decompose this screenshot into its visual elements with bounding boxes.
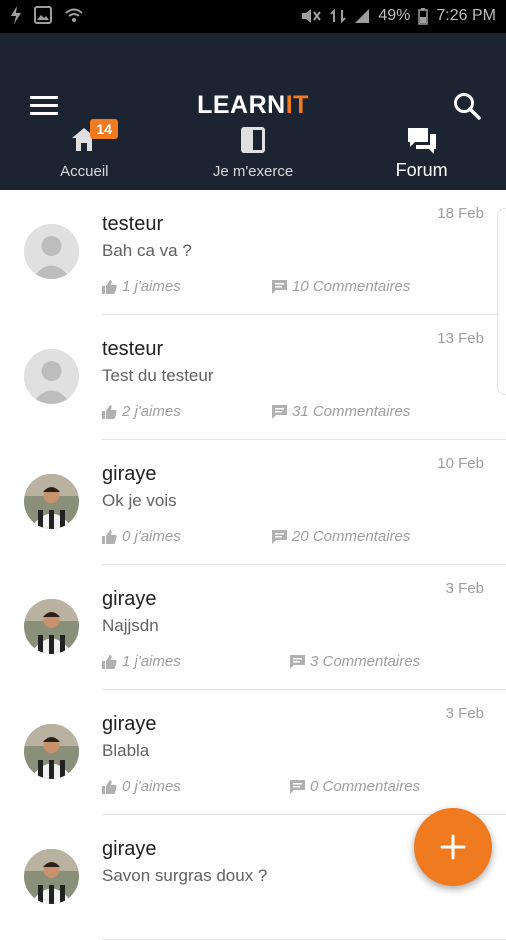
- search-button[interactable]: [452, 91, 484, 123]
- status-icons-right: 49% 7:26 PM: [300, 7, 496, 25]
- post-author: giraye: [102, 588, 157, 610]
- tab-label: Accueil: [60, 163, 109, 180]
- profile-photo-icon: [24, 474, 79, 529]
- thumbs-up-icon: [102, 404, 117, 419]
- like-button[interactable]: 0 j'aimes: [102, 778, 181, 795]
- app-logo: LEARNIT: [0, 91, 506, 120]
- clock: 7:26 PM: [436, 7, 496, 24]
- battery-icon: [418, 7, 429, 25]
- avatar[interactable]: [24, 724, 79, 779]
- flash-icon: [11, 6, 21, 24]
- forum-post-item[interactable]: testeur Test du testeur 13 Feb 2 j'aimes 31 …: [0, 315, 506, 440]
- status-bar: 49% 7:26 PM: [0, 0, 506, 33]
- forum-post-item[interactable]: giraye Blabla 3 Feb 0 j'aimes 0 Commentaires: [0, 690, 506, 815]
- post-author: giraye: [102, 463, 157, 485]
- avatar[interactable]: [24, 599, 79, 654]
- post-author: giraye: [102, 838, 157, 860]
- like-count: 2 j'aimes: [122, 403, 181, 420]
- thumbs-up-icon: [102, 529, 117, 544]
- tab-forum[interactable]: Forum: [337, 121, 506, 190]
- forum-post-item[interactable]: testeur Bah ca va ? 18 Feb 1 j'aimes 10 Comm…: [0, 190, 506, 315]
- post-message: Bah ca va ?: [102, 241, 192, 260]
- avatar[interactable]: [24, 224, 79, 279]
- post-message: Najjsdn: [102, 616, 159, 635]
- post-message: Ok je vois: [102, 491, 177, 510]
- like-count: 1 j'aimes: [122, 653, 181, 670]
- scrollbar[interactable]: [497, 208, 506, 395]
- comment-count: 31 Commentaires: [292, 403, 411, 420]
- tab-icon-wrap: [406, 125, 438, 160]
- comment-count: 10 Commentaires: [292, 278, 411, 295]
- post-message: Test du testeur: [102, 366, 214, 385]
- comment-icon: [272, 529, 287, 544]
- avatar[interactable]: [24, 349, 79, 404]
- profile-photo-icon: [24, 724, 79, 779]
- comments-button[interactable]: 20 Commentaires: [272, 528, 410, 545]
- tab-accueil[interactable]: 14 Accueil: [0, 119, 169, 190]
- comment-count: 0 Commentaires: [310, 778, 421, 795]
- comment-icon: [272, 279, 287, 294]
- like-button[interactable]: 1 j'aimes: [102, 278, 181, 295]
- like-count: 0 j'aimes: [122, 528, 181, 545]
- thumbs-up-icon: [102, 279, 117, 294]
- comments-button[interactable]: 0 Commentaires: [290, 778, 420, 795]
- thumbs-up-icon: [102, 654, 117, 669]
- forum-post-item[interactable]: giraye Ok je vois 10 Feb 0 j'aimes 20 Commen…: [0, 440, 506, 565]
- notification-badge: 14: [90, 119, 118, 139]
- wifi-icon: [65, 8, 83, 22]
- forum-icon: [407, 128, 436, 154]
- comment-icon: [272, 404, 287, 419]
- comment-icon: [290, 779, 305, 794]
- profile-photo-icon: [24, 599, 79, 654]
- like-count: 1 j'aimes: [122, 278, 181, 295]
- tab-je-m-exerce[interactable]: Je m'exerce: [169, 121, 338, 190]
- status-icons-left: [10, 6, 84, 24]
- avatar[interactable]: [24, 474, 79, 529]
- mute-icon: [302, 9, 322, 23]
- like-button[interactable]: 0 j'aimes: [102, 528, 181, 545]
- app-header: LEARNIT 14 Accueil Je m'exerce Forum: [0, 33, 506, 190]
- post-date: 3 Feb: [445, 580, 484, 597]
- tab-icon-wrap: 14: [69, 119, 118, 158]
- like-button[interactable]: 2 j'aimes: [102, 403, 181, 420]
- like-button[interactable]: 1 j'aimes: [102, 653, 181, 670]
- plus-icon: [440, 834, 466, 860]
- post-message: Blabla: [102, 741, 150, 760]
- avatar[interactable]: [24, 849, 79, 904]
- comment-icon: [290, 654, 305, 669]
- post-date: 10 Feb: [437, 455, 484, 472]
- data-icon: [330, 8, 347, 24]
- book-icon: [241, 127, 265, 153]
- like-count: 0 j'aimes: [122, 778, 181, 795]
- post-author: giraye: [102, 713, 157, 735]
- post-author: testeur: [102, 213, 164, 235]
- tab-bar: 14 Accueil Je m'exerce Forum: [0, 119, 506, 190]
- tab-label: Forum: [395, 160, 448, 180]
- signal-icon: [355, 9, 370, 23]
- logo-learn: LEARN: [197, 91, 286, 119]
- post-date: 3 Feb: [445, 705, 484, 722]
- image-icon: [34, 6, 52, 24]
- battery-percent: 49%: [378, 7, 411, 24]
- comments-button[interactable]: 31 Commentaires: [272, 403, 410, 420]
- comments-button[interactable]: 10 Commentaires: [272, 278, 410, 295]
- post-date: 13 Feb: [437, 330, 484, 347]
- add-post-button[interactable]: [414, 808, 492, 886]
- profile-photo-icon: [24, 849, 79, 904]
- search-icon: [454, 93, 481, 120]
- default-avatar-icon: [24, 349, 79, 404]
- default-avatar-icon: [24, 224, 79, 279]
- thumbs-up-icon: [102, 779, 117, 794]
- post-message: Savon surgras doux ?: [102, 866, 268, 885]
- forum-post-item[interactable]: giraye Najjsdn 3 Feb 1 j'aimes 3 Commentaire…: [0, 565, 506, 690]
- comment-count: 3 Commentaires: [310, 653, 421, 670]
- logo-it: IT: [285, 91, 309, 119]
- post-date: 18 Feb: [437, 205, 484, 222]
- comment-count: 20 Commentaires: [292, 528, 411, 545]
- tab-label: Je m'exerce: [212, 163, 294, 180]
- post-author: testeur: [102, 338, 164, 360]
- tab-icon-wrap: [239, 125, 267, 160]
- comments-button[interactable]: 3 Commentaires: [290, 653, 420, 670]
